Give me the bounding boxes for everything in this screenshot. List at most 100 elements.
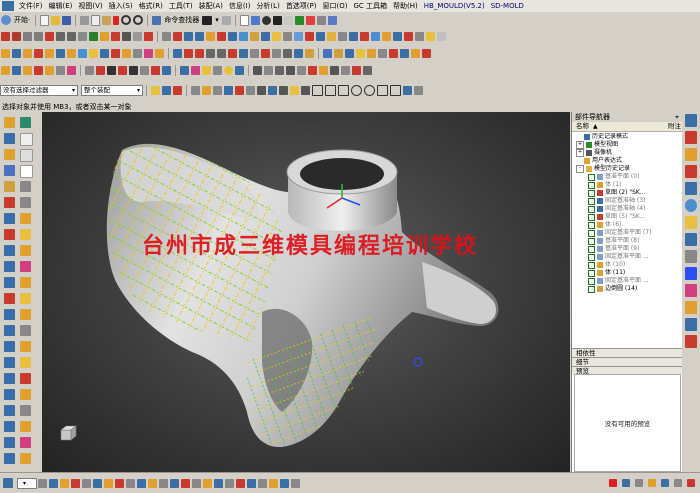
- quick-check-icon[interactable]: [202, 65, 211, 75]
- offset-icon[interactable]: [4, 229, 15, 240]
- circle-point-icon[interactable]: [364, 84, 375, 96]
- delete-icon[interactable]: [113, 15, 120, 25]
- scope-filter-select[interactable]: 整个装配 ▾: [81, 84, 143, 96]
- section-view-icon[interactable]: [345, 48, 354, 58]
- offset-curve-icon[interactable]: [100, 31, 109, 41]
- curve-edit-icon[interactable]: [107, 65, 116, 75]
- color-icon[interactable]: [305, 15, 315, 25]
- tree-row[interactable]: 基准平面 (8): [572, 237, 683, 245]
- trim-sheet-icon[interactable]: [349, 31, 358, 41]
- select-curve-icon[interactable]: [213, 85, 222, 95]
- scene-icon[interactable]: [275, 65, 284, 75]
- display-options-icon[interactable]: [363, 65, 372, 75]
- shaded-icon[interactable]: [261, 15, 271, 25]
- patch-icon[interactable]: [20, 277, 31, 288]
- offset-region-icon[interactable]: [217, 48, 226, 58]
- drawing-icon[interactable]: [4, 405, 15, 416]
- trim-body-icon[interactable]: [250, 48, 259, 58]
- through-curves-icon[interactable]: [239, 31, 248, 41]
- status-tool-23-icon[interactable]: [280, 478, 289, 488]
- status-tool-19-icon[interactable]: [236, 478, 245, 488]
- remove-params-icon[interactable]: [67, 65, 76, 75]
- lights-icon[interactable]: [286, 65, 295, 75]
- yellow-round-icon[interactable]: [224, 65, 233, 75]
- ellipse-icon[interactable]: [78, 31, 87, 41]
- mold-wizard-icon[interactable]: [356, 48, 365, 58]
- checkmark-icon[interactable]: [588, 173, 595, 181]
- helix-icon[interactable]: [89, 31, 98, 41]
- hole-icon[interactable]: [67, 48, 76, 58]
- status-tool-10-icon[interactable]: [137, 478, 146, 488]
- status-tool-15-icon[interactable]: [192, 478, 201, 488]
- snap-point-icon[interactable]: [279, 85, 288, 95]
- tree-row[interactable]: 基准平面 (9): [572, 245, 683, 253]
- hole-table-icon[interactable]: [20, 405, 31, 416]
- move-face-icon[interactable]: [195, 48, 204, 58]
- status-tool-6-icon[interactable]: [93, 478, 102, 488]
- mold-base-icon[interactable]: [378, 48, 387, 58]
- divide-curve-icon[interactable]: [195, 31, 204, 41]
- edge-blend-icon[interactable]: [173, 48, 182, 58]
- tray-1-icon[interactable]: [622, 479, 630, 487]
- hd3d-icon[interactable]: [685, 318, 697, 331]
- csys-icon[interactable]: [305, 48, 314, 58]
- new-file-icon[interactable]: [40, 14, 50, 26]
- status-tool-16-icon[interactable]: [203, 478, 212, 488]
- tree-row[interactable]: + 模型视图: [572, 141, 683, 149]
- tree-row[interactable]: + 摄像机: [572, 149, 683, 157]
- standard-part-icon[interactable]: [20, 325, 31, 336]
- sew-icon[interactable]: [382, 31, 391, 41]
- checkmark-icon[interactable]: [588, 237, 595, 245]
- suppress-icon[interactable]: [34, 65, 43, 75]
- tray-5-icon[interactable]: [674, 479, 682, 487]
- ejector-icon[interactable]: [389, 48, 398, 58]
- palette-icon[interactable]: [685, 284, 697, 297]
- nav-extra-icon[interactable]: [685, 335, 697, 348]
- sheet-icon[interactable]: [20, 149, 33, 162]
- menu-analysis[interactable]: 分析(L): [253, 1, 282, 11]
- cavity-icon[interactable]: [20, 245, 31, 256]
- menu-format[interactable]: 格式(R): [136, 1, 166, 11]
- process-studio-icon[interactable]: [685, 216, 697, 229]
- fill-surface-icon[interactable]: [305, 31, 314, 41]
- cylinder-icon[interactable]: [34, 48, 43, 58]
- n-sided-icon[interactable]: [272, 31, 281, 41]
- section-dependents[interactable]: 相依性: [572, 348, 683, 357]
- start-menu-icon[interactable]: [3, 478, 13, 488]
- menu-edit[interactable]: 编辑(E): [46, 1, 76, 11]
- section-details[interactable]: 细节: [572, 357, 683, 366]
- status-tool-13-icon[interactable]: [170, 478, 179, 488]
- rectangle-icon[interactable]: [56, 31, 65, 41]
- history-icon[interactable]: [685, 182, 697, 195]
- surface-icon[interactable]: [228, 31, 237, 41]
- display-mode-icon[interactable]: [202, 15, 213, 25]
- cut-icon[interactable]: [80, 15, 90, 25]
- thicken-icon[interactable]: [393, 31, 402, 41]
- tree-row[interactable]: 体 (11): [572, 269, 683, 277]
- rebuild-icon[interactable]: [253, 65, 262, 75]
- magenta-left-icon[interactable]: [20, 437, 31, 448]
- checkmark-icon[interactable]: [588, 261, 595, 269]
- material-icon[interactable]: [297, 65, 306, 75]
- datum-plane-icon[interactable]: [283, 48, 292, 58]
- select-body-icon[interactable]: [202, 85, 211, 95]
- tray-2-icon[interactable]: [635, 479, 643, 487]
- blank-icon[interactable]: [20, 133, 33, 146]
- view-manager-icon[interactable]: [4, 421, 15, 432]
- menu-preferences[interactable]: 首选项(P): [283, 1, 320, 11]
- curve-length-icon[interactable]: [206, 31, 215, 41]
- select-icon[interactable]: [221, 15, 231, 25]
- checkmark-icon[interactable]: [588, 253, 595, 261]
- menu-view[interactable]: 视图(V): [75, 1, 105, 11]
- collapse-icon[interactable]: -: [576, 165, 584, 173]
- point-on-curve-icon[interactable]: [414, 85, 423, 95]
- edit-body-icon[interactable]: [180, 65, 189, 75]
- chamfer-icon[interactable]: [20, 181, 31, 192]
- misc-surface-icon[interactable]: [437, 31, 446, 41]
- status-tool-17-icon[interactable]: [214, 478, 223, 488]
- line-icon[interactable]: [1, 31, 10, 41]
- menu-hb-mould[interactable]: HB_MOULD(V5.2): [421, 2, 488, 10]
- mid-point-icon[interactable]: [301, 85, 310, 95]
- checkmark-icon[interactable]: [588, 205, 595, 213]
- tree-row[interactable]: 固定基准轴 (4): [572, 205, 683, 213]
